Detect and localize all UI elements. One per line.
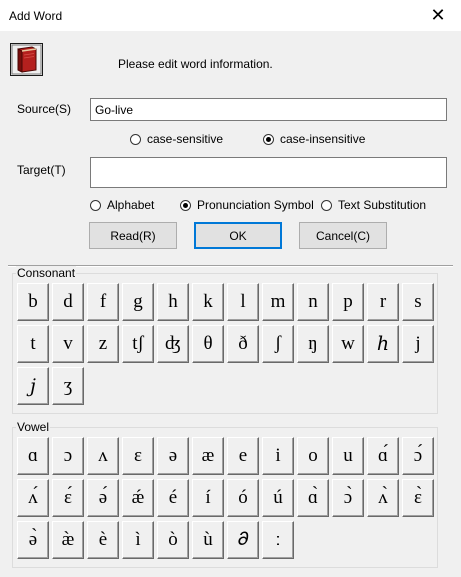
vowel-symbol-button[interactable]: o <box>297 437 329 475</box>
consonant-symbol-grid: b d f g h k l m n p r s t v z tʃ ʤ θ ð ʃ ŋ w ℎ j 𝑗 ʒ <box>17 283 434 405</box>
consonant-symbol-button[interactable]: n <box>297 283 329 321</box>
close-button[interactable]: ✕ <box>415 0 461 31</box>
vowel-symbol-button[interactable]: ə́ <box>87 479 119 517</box>
consonant-symbol-button[interactable]: j <box>402 325 434 363</box>
source-input[interactable] <box>90 98 447 121</box>
pronunciation-symbol-label: Pronunciation Symbol <box>197 198 314 212</box>
vowel-symbol-button[interactable]: ʌ <box>87 437 119 475</box>
vowel-symbol-button[interactable]: ì <box>122 521 154 559</box>
vowel-symbol-button[interactable]: ə̀ <box>17 521 49 559</box>
vowel-symbol-button[interactable]: ɑ <box>17 437 49 475</box>
text-substitution-label: Text Substitution <box>338 198 427 212</box>
radio-off-icon <box>130 133 141 145</box>
vowel-symbol-button[interactable]: ə <box>157 437 189 475</box>
consonant-symbol-button[interactable]: ℎ <box>367 325 399 363</box>
consonant-symbol-button[interactable]: p <box>332 283 364 321</box>
pronunciation-symbol-radio[interactable]: Pronunciation Symbol <box>180 198 314 212</box>
vowel-symbol-button[interactable]: ɔ́ <box>402 437 434 475</box>
vowel-symbol-button[interactable]: i <box>262 437 294 475</box>
consonant-symbol-button[interactable]: ʤ <box>157 325 189 363</box>
consonant-symbol-button[interactable]: s <box>402 283 434 321</box>
consonant-symbol-button[interactable]: t <box>17 325 49 363</box>
consonant-symbol-button[interactable]: 𝑗 <box>17 367 49 405</box>
cancel-button[interactable]: Cancel(C) <box>299 222 387 249</box>
vowel-symbol-button[interactable]: è <box>87 521 119 559</box>
prompt-text: Please edit word information. <box>118 57 273 71</box>
vowel-symbol-grid: ɑ ɔ ʌ ɛ ə æ e i o u ɑ́ ɔ́ ʌ́ ɛ́ ə́ ǽ é í ó ú ɑ̀ ɔ̀ ʌ̀ ɛ̀ ə̀ æ̀ è ì ò… <box>17 437 434 559</box>
vowel-symbol-button[interactable]: æ̀ <box>52 521 84 559</box>
consonant-symbol-button[interactable]: d <box>52 283 84 321</box>
vowel-symbol-button[interactable]: ɑ̀ <box>297 479 329 517</box>
read-button[interactable]: Read(R) <box>89 222 177 249</box>
consonant-symbol-button[interactable]: v <box>52 325 84 363</box>
consonant-symbol-button[interactable]: m <box>262 283 294 321</box>
radio-on-icon <box>180 199 191 211</box>
dictionary-book-icon <box>10 43 43 76</box>
vowel-symbol-button[interactable]: ɔ <box>52 437 84 475</box>
vowel-symbol-button[interactable]: ʌ́ <box>17 479 49 517</box>
case-sensitive-label: case-sensitive <box>147 132 224 146</box>
vowel-symbol-button[interactable]: ɛ̀ <box>402 479 434 517</box>
vowel-symbol-button[interactable]: ǽ <box>122 479 154 517</box>
text-substitution-radio[interactable]: Text Substitution <box>321 198 426 212</box>
vowel-symbol-button[interactable]: é <box>157 479 189 517</box>
vowel-symbol-button[interactable]: ú <box>262 479 294 517</box>
consonant-symbol-button[interactable]: θ <box>192 325 224 363</box>
consonant-symbol-button[interactable]: r <box>367 283 399 321</box>
alphabet-radio[interactable]: Alphabet <box>90 198 154 212</box>
window-title: Add Word <box>9 9 63 23</box>
vowel-symbol-button[interactable]: æ <box>192 437 224 475</box>
consonant-symbol-button[interactable]: h <box>157 283 189 321</box>
consonant-symbol-button[interactable]: l <box>227 283 259 321</box>
vowel-symbol-button[interactable]: 𝜕 <box>227 521 259 559</box>
vowel-group-title: Vowel <box>16 420 51 434</box>
case-insensitive-label: case-insensitive <box>280 132 366 146</box>
source-label: Source(S) <box>17 102 72 116</box>
consonant-symbol-button[interactable]: k <box>192 283 224 321</box>
case-insensitive-radio[interactable]: case-insensitive <box>263 132 365 146</box>
title-bar: Add Word ✕ <box>0 0 461 31</box>
vowel-group: Vowel ɑ ɔ ʌ ɛ ə æ e i o u ɑ́ ɔ́ ʌ́ ɛ́ ə́ ǽ é í ó ú ɑ̀ ɔ̀ ʌ̀ ɛ̀ ə… <box>12 420 438 568</box>
radio-off-icon <box>321 199 332 211</box>
vowel-symbol-button[interactable]: ó <box>227 479 259 517</box>
consonant-symbol-button[interactable]: b <box>17 283 49 321</box>
consonant-symbol-button[interactable]: ʒ <box>52 367 84 405</box>
consonant-symbol-button[interactable]: w <box>332 325 364 363</box>
ok-button[interactable]: OK <box>194 222 282 249</box>
vowel-symbol-button[interactable]: ɔ̀ <box>332 479 364 517</box>
vowel-symbol-button[interactable]: í <box>192 479 224 517</box>
consonant-symbol-button[interactable]: g <box>122 283 154 321</box>
vowel-symbol-button[interactable]: ɑ́ <box>367 437 399 475</box>
close-icon: ✕ <box>430 5 446 25</box>
consonant-symbol-button[interactable]: ð <box>227 325 259 363</box>
alphabet-label: Alphabet <box>107 198 155 212</box>
vowel-symbol-button[interactable]: u <box>332 437 364 475</box>
consonant-symbol-button[interactable]: ŋ <box>297 325 329 363</box>
consonant-symbol-button[interactable]: f <box>87 283 119 321</box>
consonant-group-title: Consonant <box>16 266 77 280</box>
vowel-symbol-button[interactable]: ɛ <box>122 437 154 475</box>
vowel-symbol-button[interactable]: ɛ́ <box>52 479 84 517</box>
case-sensitive-radio[interactable]: case-sensitive <box>130 132 223 146</box>
target-label: Target(T) <box>17 163 66 177</box>
consonant-group: Consonant b d f g h k l m n p r s t v z tʃ ʤ θ ð ʃ ŋ w ℎ j 𝑗 ʒ <box>12 266 438 414</box>
target-input[interactable] <box>90 157 447 188</box>
vowel-symbol-button[interactable]: ʌ̀ <box>367 479 399 517</box>
vowel-symbol-button[interactable]: ː <box>262 521 294 559</box>
radio-on-icon <box>263 133 274 145</box>
vowel-symbol-button[interactable]: ò <box>157 521 189 559</box>
radio-off-icon <box>90 199 101 211</box>
consonant-symbol-button[interactable]: ʃ <box>262 325 294 363</box>
vowel-symbol-button[interactable]: ù <box>192 521 224 559</box>
vowel-symbol-button[interactable]: e <box>227 437 259 475</box>
consonant-symbol-button[interactable]: tʃ <box>122 325 154 363</box>
consonant-symbol-button[interactable]: z <box>87 325 119 363</box>
